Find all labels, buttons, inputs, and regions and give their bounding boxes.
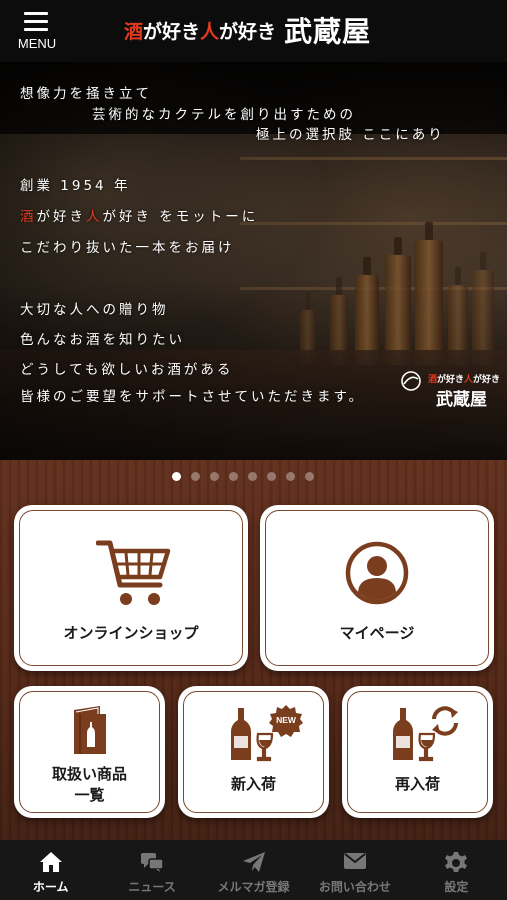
new-arrivals-button[interactable]: NEW 新入荷	[178, 686, 329, 818]
hero-text-line: 芸術的なカクテルを創り出すための	[92, 107, 356, 123]
hamburger-icon	[24, 12, 48, 36]
menu-button[interactable]: MENU	[12, 10, 62, 54]
paper-plane-icon	[242, 852, 265, 872]
brand-mark-icon	[401, 371, 421, 391]
carousel-dot[interactable]	[229, 472, 238, 481]
hero-banner[interactable]: 想像力を掻き立て 芸術的なカクテルを創り出すための 極上の選択肢 ここにあり 創…	[0, 62, 507, 460]
menu-book-icon	[74, 706, 106, 754]
brand-logo: 酒が好き人が好き 武蔵屋	[124, 10, 371, 50]
tile-label: マイページ	[339, 624, 415, 642]
hero-logo: 酒が好き人が好き 武蔵屋	[398, 370, 502, 414]
tile-label: 再入荷	[394, 775, 440, 793]
shopping-cart-icon	[96, 540, 171, 605]
carousel-dot[interactable]	[210, 472, 219, 481]
bottom-navigation: ホーム ニュース メルマガ登録 お問い合わせ 設定	[0, 840, 507, 900]
nav-home[interactable]: ホーム	[0, 840, 101, 900]
tile-label: 新入荷	[230, 775, 276, 793]
carousel-dot[interactable]	[191, 472, 200, 481]
online-shop-button[interactable]: オンラインショップ	[14, 505, 248, 671]
hero-text-line: どうしても欲しいお酒がある	[20, 362, 234, 378]
gear-icon	[445, 852, 468, 872]
carousel-dot[interactable]	[172, 472, 181, 481]
tile-label: 取扱い商品	[51, 765, 127, 783]
menu-label: MENU	[17, 36, 57, 51]
nav-label: 設定	[444, 880, 469, 894]
nav-contact[interactable]: お問い合わせ	[304, 840, 405, 900]
nav-settings[interactable]: 設定	[406, 840, 507, 900]
tile-label: オンラインショップ	[63, 624, 199, 642]
hero-text-line: 皆様のご要望をサポートさせていただきます。	[20, 389, 366, 405]
hero-text-line: 色んなお酒を知りたい	[20, 332, 185, 348]
nav-label: お問い合わせ	[318, 880, 391, 894]
brand-tagline: 酒が好き人が好き	[124, 20, 277, 43]
hero-text-line: 創業 1954 年	[20, 178, 131, 194]
carousel-dot[interactable]	[286, 472, 295, 481]
home-icon	[39, 852, 62, 872]
new-badge-text: NEW	[276, 715, 296, 725]
nav-news[interactable]: ニュース	[101, 840, 202, 900]
brand-name: 武蔵屋	[284, 15, 372, 48]
nav-label: ホーム	[32, 880, 69, 894]
hero-text-line: 大切な人への贈り物	[20, 302, 169, 318]
mypage-button[interactable]: マイページ	[260, 505, 494, 671]
carousel-dot[interactable]	[248, 472, 257, 481]
app-header: MENU 酒が好き人が好き 武蔵屋	[0, 0, 507, 62]
carousel-dot[interactable]	[305, 472, 314, 481]
envelope-icon	[343, 853, 366, 869]
carousel-dot[interactable]	[267, 472, 276, 481]
nav-label: メルマガ登録	[217, 880, 290, 894]
hero-text-line: 酒が好き人が好き をモットーに	[20, 209, 259, 225]
hero-text-line: こだわり抜いた一本をお届け	[20, 240, 235, 256]
hero-text-line: 極上の選択肢 ここにあり	[256, 127, 445, 143]
chat-bubbles-icon	[141, 853, 164, 872]
hero-text-line: 想像力を掻き立て	[20, 86, 152, 102]
app-screen: MENU 酒が好き人が好き 武蔵屋 想像力を掻き立て 芸術的なカクテルを創り出す…	[0, 0, 507, 900]
refresh-icon	[432, 706, 458, 736]
nav-newsletter[interactable]: メルマガ登録	[203, 840, 304, 900]
tile-label: 一覧	[74, 786, 105, 804]
user-profile-icon	[345, 541, 409, 605]
nav-label: ニュース	[128, 880, 176, 894]
product-catalog-button[interactable]: 取扱い商品 一覧	[14, 686, 165, 818]
carousel-indicator	[172, 472, 314, 484]
restock-button[interactable]: 再入荷	[342, 686, 493, 818]
